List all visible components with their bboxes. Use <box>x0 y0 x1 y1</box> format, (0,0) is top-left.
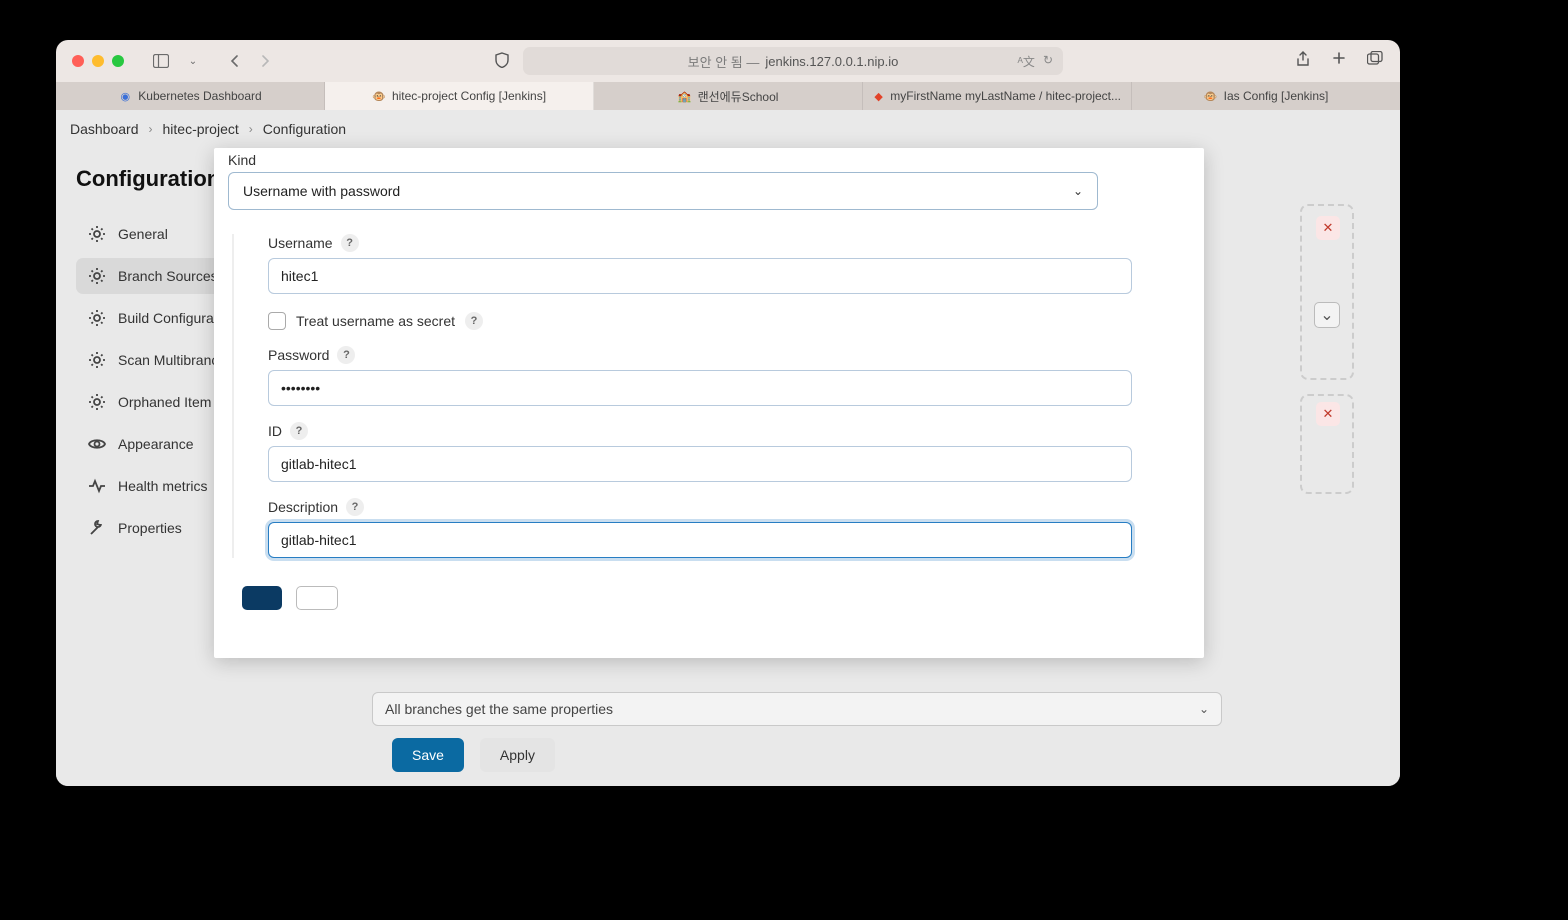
tab-label: 랜선에듀School <box>698 88 779 105</box>
remove-button[interactable]: ✕ <box>1316 216 1340 240</box>
privacy-shield-icon[interactable] <box>495 52 509 71</box>
browser-tab-2[interactable]: 🏫 랜선에듀School <box>594 82 863 110</box>
sidebar-toggle-icon[interactable] <box>148 50 174 72</box>
tab-strip: ◉ Kubernetes Dashboard 🐵 hitec-project C… <box>56 82 1400 110</box>
chevron-right-icon: › <box>249 122 253 136</box>
new-tab-icon[interactable] <box>1330 51 1348 71</box>
titlebar: ⌄ 보안 안 됨 — jenkins.127.0.0.1.nip.io ᴬ文 ↻ <box>56 40 1400 82</box>
share-icon[interactable] <box>1294 51 1312 71</box>
wrench-icon <box>88 519 106 537</box>
url-bar[interactable]: 보안 안 됨 — jenkins.127.0.0.1.nip.io ᴬ文 ↻ <box>523 47 1063 75</box>
dropdown-chevron-icon[interactable]: ⌄ <box>1314 302 1340 328</box>
window-minimize[interactable] <box>92 55 104 67</box>
apply-button[interactable]: Apply <box>480 738 555 772</box>
bg-card: ✕ <box>1300 394 1354 494</box>
eye-icon <box>88 435 106 453</box>
browser-tab-4[interactable]: 🐵 Ias Config [Jenkins] <box>1132 82 1400 110</box>
kind-value: Username with password <box>243 183 400 199</box>
breadcrumb-item[interactable]: hitec-project <box>163 121 239 137</box>
url-security-status: 보안 안 됨 — <box>688 52 760 71</box>
description-input[interactable] <box>268 522 1132 558</box>
modal-cancel-button[interactable] <box>296 586 338 610</box>
help-icon[interactable]: ? <box>465 312 483 330</box>
tabs-overview-icon[interactable] <box>1366 51 1384 71</box>
chevron-down-icon: ⌄ <box>1073 184 1083 198</box>
url-host: jenkins.127.0.0.1.nip.io <box>765 54 898 69</box>
toolbar-right <box>1294 51 1384 71</box>
password-label: Password <box>268 347 329 363</box>
row-label: All branches get the same properties <box>385 701 613 717</box>
browser-tab-3[interactable]: ◆ myFirstName myLastName / hitec-project… <box>863 82 1132 110</box>
window-close[interactable] <box>72 55 84 67</box>
treat-secret-label: Treat username as secret <box>296 313 455 329</box>
favicon-icon: 🏫 <box>678 89 692 103</box>
chevron-right-icon: › <box>149 122 153 136</box>
favicon-icon: ◉ <box>118 89 132 103</box>
footer-actions: Save Apply <box>392 738 555 772</box>
pulse-icon <box>88 477 106 495</box>
sidebar-item-label: Appearance <box>118 436 194 452</box>
background-panels: ✕ ⌄ ✕ <box>1300 204 1354 494</box>
breadcrumb-item[interactable]: Dashboard <box>70 121 139 137</box>
username-label: Username <box>268 235 333 251</box>
window-zoom[interactable] <box>112 55 124 67</box>
save-button[interactable]: Save <box>392 738 464 772</box>
remove-button[interactable]: ✕ <box>1316 402 1340 426</box>
credentials-modal: Kind Username with password ⌄ Username ? <box>214 148 1204 658</box>
sidebar-item-label: General <box>118 226 168 242</box>
id-label: ID <box>268 423 282 439</box>
gear-icon <box>88 393 106 411</box>
gear-icon <box>88 351 106 369</box>
help-icon[interactable]: ? <box>346 498 364 516</box>
nav-back-icon[interactable] <box>222 50 248 72</box>
modal-add-button[interactable] <box>242 586 282 610</box>
sidebar-menu-chevron-icon[interactable]: ⌄ <box>180 50 206 72</box>
gitlab-favicon-icon: ◆ <box>873 89 884 103</box>
help-icon[interactable]: ? <box>341 234 359 252</box>
tab-label: Ias Config [Jenkins] <box>1224 89 1329 103</box>
treat-secret-checkbox[interactable] <box>268 312 286 330</box>
kind-select[interactable]: Username with password ⌄ <box>228 172 1098 210</box>
id-input[interactable] <box>268 446 1132 482</box>
translate-icon[interactable]: ᴬ文 <box>1017 53 1034 70</box>
help-icon[interactable]: ? <box>337 346 355 364</box>
browser-window: ⌄ 보안 안 됨 — jenkins.127.0.0.1.nip.io ᴬ文 ↻ <box>56 40 1400 786</box>
browser-tab-0[interactable]: ◉ Kubernetes Dashboard <box>56 82 325 110</box>
gear-icon <box>88 267 106 285</box>
description-label: Description <box>268 499 338 515</box>
bg-card: ✕ ⌄ <box>1300 204 1354 380</box>
browser-tab-1[interactable]: 🐵 hitec-project Config [Jenkins] <box>325 82 594 110</box>
kind-label: Kind <box>228 152 1190 168</box>
property-strategy-row[interactable]: All branches get the same properties ⌄ <box>372 692 1222 726</box>
traffic-lights <box>72 55 124 67</box>
password-input[interactable] <box>268 370 1132 406</box>
breadcrumb: Dashboard › hitec-project › Configuratio… <box>56 110 1400 148</box>
sidebar-item-label: Branch Sources <box>118 268 218 284</box>
username-input[interactable] <box>268 258 1132 294</box>
reload-icon[interactable]: ↻ <box>1043 53 1053 70</box>
jenkins-favicon-icon: 🐵 <box>1204 89 1218 103</box>
nav-forward-icon[interactable] <box>252 50 278 72</box>
tab-label: Kubernetes Dashboard <box>138 89 261 103</box>
breadcrumb-item[interactable]: Configuration <box>263 121 346 137</box>
sidebar-item-label: Properties <box>118 520 182 536</box>
modal-scroll[interactable]: Kind Username with password ⌄ Username ? <box>214 148 1204 658</box>
tab-label: myFirstName myLastName / hitec-project..… <box>890 89 1121 103</box>
gear-icon <box>88 309 106 327</box>
chevron-down-icon: ⌄ <box>1199 702 1209 716</box>
sidebar-item-label: Health metrics <box>118 478 207 494</box>
jenkins-favicon-icon: 🐵 <box>372 89 386 103</box>
page: Dashboard › hitec-project › Configuratio… <box>56 110 1400 786</box>
tab-label: hitec-project Config [Jenkins] <box>392 89 546 103</box>
gear-icon <box>88 225 106 243</box>
help-icon[interactable]: ? <box>290 422 308 440</box>
